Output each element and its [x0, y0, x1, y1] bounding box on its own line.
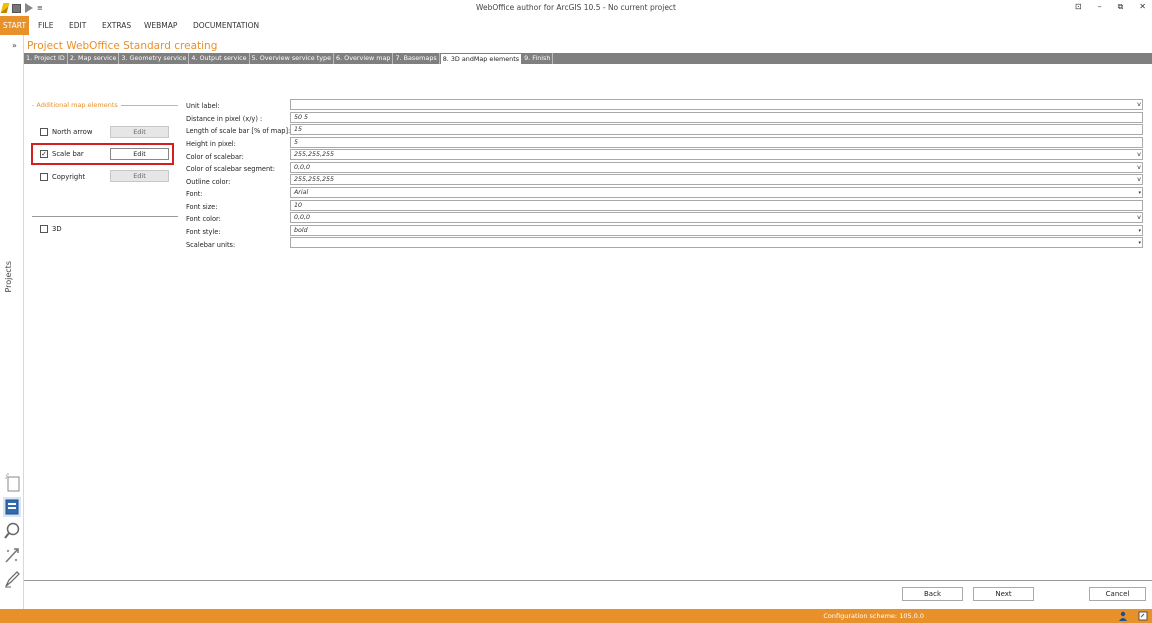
menu-webmap[interactable]: WEBMAP [144, 16, 177, 35]
distance-label: Distance in pixel (x/y) : [186, 115, 263, 123]
section-additional-map-elements: - Additional map elements [32, 101, 178, 109]
menu-file[interactable]: FILE [38, 16, 53, 35]
tab-finish[interactable]: 9. Finish [522, 53, 554, 64]
title-bar: ≡ WebOffice author for ArcGIS 10.5 - No … [0, 0, 1152, 16]
font-size-value: 10 [294, 202, 303, 209]
font-color-field[interactable]: 0,0,0 v [290, 212, 1143, 223]
distance-value: 50 5 [294, 114, 309, 121]
bottom-divider [24, 580, 1152, 581]
window-controls: ⊡ – ⧉ ✕ [1075, 2, 1146, 12]
maximize-icon[interactable]: ⧉ [1118, 2, 1124, 12]
font-dropdown-icon[interactable]: ▾ [1138, 189, 1141, 198]
menu-bar: START FILE EDIT EXTRAS WEBMAP DOCUMENTAT… [0, 16, 1152, 35]
tab-overview-service-type[interactable]: 5. Overview service type [250, 53, 335, 64]
left-rail: » Projects [0, 35, 24, 609]
restore-layout-icon[interactable]: ⊡ [1075, 2, 1082, 12]
font-style-label: Font style: [186, 228, 221, 236]
font-size-label: Font size: [186, 203, 218, 211]
outline-color-label: Outline color: [186, 178, 231, 186]
font-style-value: bold [294, 227, 308, 234]
minimize-icon[interactable]: – [1098, 2, 1102, 12]
close-icon[interactable]: ✕ [1139, 2, 1146, 12]
font-style-combo[interactable]: bold ▾ [290, 225, 1143, 236]
app-window: ≡ WebOffice author for ArcGIS 10.5 - No … [0, 0, 1152, 623]
copyright-checkbox[interactable] [40, 173, 48, 181]
3d-option[interactable]: 3D [40, 223, 62, 235]
wizard-steps: 1. Project ID 2. Map service 3. Geometry… [24, 53, 1152, 64]
menu-documentation[interactable]: DOCUMENTATION [193, 16, 259, 35]
search-icon[interactable] [3, 521, 21, 541]
draw-tool-icon[interactable] [3, 569, 21, 589]
color-scalebar-label: Color of scalebar: [186, 153, 244, 161]
menu-start[interactable]: START [0, 16, 29, 35]
tab-project-id[interactable]: 1. Project ID [24, 53, 68, 64]
font-size-field[interactable]: 10 [290, 200, 1143, 211]
status-bar: Configuration scheme: 105.0.0 [0, 609, 1152, 623]
scalebar-units-dropdown-icon[interactable]: ▾ [1138, 239, 1141, 248]
color-scalebar-dropdown-icon[interactable]: v [1137, 150, 1141, 159]
color-scalebar-value: 255,255,255 [294, 151, 335, 158]
color-segment-value: 0,0,0 [294, 164, 311, 171]
font-value: Arial [294, 189, 309, 196]
color-segment-dropdown-icon[interactable]: v [1137, 163, 1141, 172]
expand-panel-icon[interactable]: » [12, 41, 17, 50]
font-style-dropdown-icon[interactable]: ▾ [1138, 227, 1141, 236]
font-color-value: 0,0,0 [294, 214, 311, 221]
project-title: Project WebOffice Standard creating [27, 40, 218, 52]
unit-label-label: Unit label: [186, 102, 220, 110]
move-tool-icon[interactable] [3, 545, 21, 565]
length-label: Length of scale bar [% of map]: [186, 127, 291, 135]
unit-label-dropdown-icon[interactable]: v [1137, 100, 1141, 109]
next-button[interactable]: Next [973, 587, 1034, 601]
tab-output-service[interactable]: 4. Output service [189, 53, 250, 64]
user-icon[interactable] [1118, 611, 1128, 621]
project-panel-icon[interactable] [3, 497, 21, 517]
copyright-option[interactable]: Copyright [40, 171, 85, 183]
cancel-button[interactable]: Cancel [1089, 587, 1146, 601]
copyright-label: Copyright [52, 173, 86, 181]
new-project-icon[interactable] [3, 473, 21, 493]
outline-color-field[interactable]: 255,255,255 v [290, 174, 1143, 185]
tab-overview-map[interactable]: 6. Overview map [334, 53, 394, 64]
scalebar-units-label: Scalebar units: [186, 241, 236, 249]
color-scalebar-field[interactable]: 255,255,255 v [290, 149, 1143, 160]
north-arrow-edit-button[interactable]: Edit [110, 126, 169, 138]
height-label: Height in pixel: [186, 140, 236, 148]
north-arrow-option[interactable]: North arrow [40, 126, 92, 138]
length-field[interactable]: 15 [290, 124, 1143, 135]
3d-checkbox[interactable] [40, 225, 48, 233]
unit-label-field[interactable]: v [290, 99, 1143, 110]
north-arrow-checkbox[interactable] [40, 128, 48, 136]
tab-3d-map-elements[interactable]: 8. 3D andMap elements [439, 53, 523, 64]
color-segment-label: Color of scalebar segment: [186, 165, 275, 173]
menu-edit[interactable]: EDIT [69, 16, 86, 35]
tab-geometry-service[interactable]: 3. Geometry service [119, 53, 190, 64]
tab-map-service[interactable]: 2. Map service [68, 53, 120, 64]
settings-window-icon[interactable] [1138, 611, 1148, 621]
projects-panel-tab[interactable]: Projects [4, 261, 13, 293]
font-color-dropdown-icon[interactable]: v [1137, 213, 1141, 222]
color-segment-field[interactable]: 0,0,0 v [290, 162, 1143, 173]
outline-color-dropdown-icon[interactable]: v [1137, 175, 1141, 184]
menu-extras[interactable]: EXTRAS [102, 16, 131, 35]
panel-divider [32, 216, 178, 217]
height-value: 5 [294, 139, 299, 146]
north-arrow-label: North arrow [52, 128, 93, 136]
3d-label: 3D [52, 225, 62, 233]
tab-basemaps[interactable]: 7. Basemaps [393, 53, 440, 64]
font-color-label: Font color: [186, 215, 221, 223]
length-value: 15 [294, 126, 303, 133]
copyright-edit-button[interactable]: Edit [110, 170, 169, 182]
font-combo[interactable]: Arial ▾ [290, 187, 1143, 198]
window-title: WebOffice author for ArcGIS 10.5 - No cu… [476, 3, 676, 12]
distance-field[interactable]: 50 5 [290, 112, 1143, 123]
font-label: Font: [186, 190, 203, 198]
scale-bar-highlight [31, 143, 174, 165]
outline-color-value: 255,255,255 [294, 176, 335, 183]
section-title: - Additional map elements [32, 101, 121, 109]
scalebar-units-combo[interactable]: ▾ [290, 237, 1143, 248]
height-field[interactable]: 5 [290, 137, 1143, 148]
back-button[interactable]: Back [902, 587, 963, 601]
configuration-scheme: Configuration scheme: 105.0.0 [823, 612, 924, 620]
